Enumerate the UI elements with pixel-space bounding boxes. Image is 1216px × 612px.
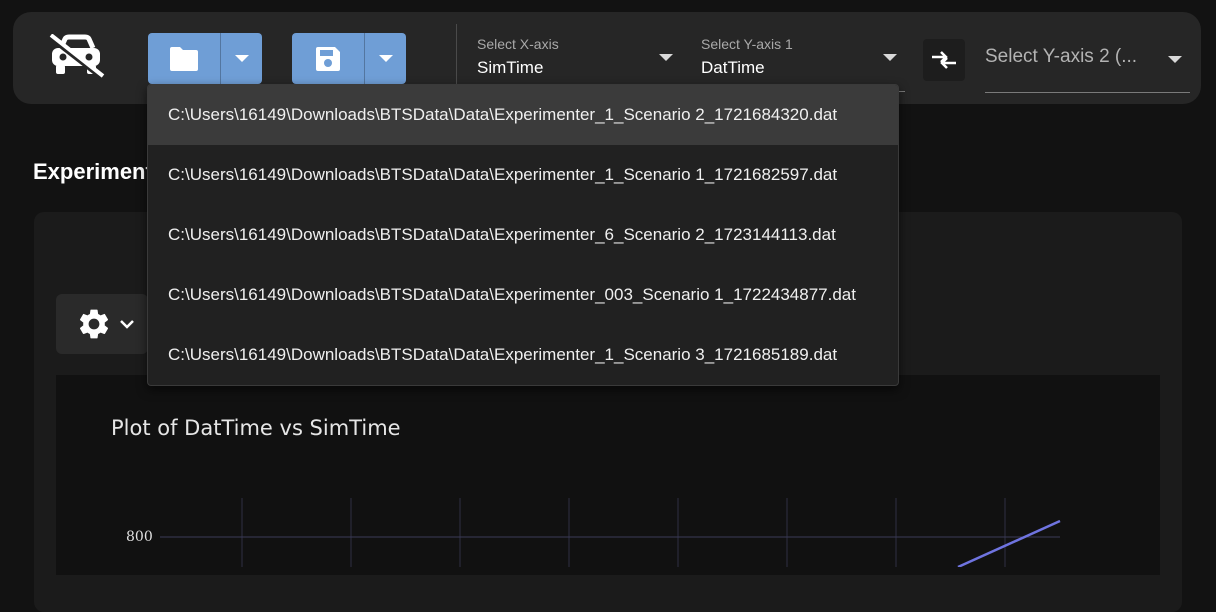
- x-axis-select-value: SimTime: [477, 58, 544, 77]
- y-axis-2-underline: [985, 92, 1190, 93]
- x-axis-select-label: Select X-axis: [477, 36, 559, 52]
- chevron-down-icon: [659, 54, 673, 61]
- recent-file-item[interactable]: C:\Users\16149\Downloads\BTSData\Data\Ex…: [148, 325, 898, 385]
- swap-axes-icon: [932, 51, 956, 69]
- y-axis-1-select-value: DatTime: [701, 58, 765, 77]
- folder-icon: [170, 46, 198, 71]
- toolbar-divider: [456, 24, 457, 91]
- floppy-disk-icon: [316, 46, 340, 71]
- chevron-down-icon: [234, 55, 249, 62]
- save-button-group: [292, 33, 406, 84]
- y-tick-label: 800: [126, 529, 153, 545]
- swap-axes-button[interactable]: [923, 39, 965, 81]
- x-axis-select[interactable]: Select X-axis SimTime: [477, 32, 677, 90]
- recent-file-item[interactable]: C:\Users\16149\Downloads\BTSData\Data\Ex…: [148, 85, 898, 145]
- recent-file-item[interactable]: C:\Users\16149\Downloads\BTSData\Data\Ex…: [148, 205, 898, 265]
- chevron-down-icon: [1168, 56, 1182, 63]
- chevron-down-icon: [883, 54, 897, 61]
- recent-file-item[interactable]: C:\Users\16149\Downloads\BTSData\Data\Ex…: [148, 265, 898, 325]
- open-file-button[interactable]: [148, 33, 221, 84]
- open-file-button-group: [148, 33, 262, 84]
- car-icon[interactable]: [47, 34, 105, 82]
- recent-files-menu: C:\Users\16149\Downloads\BTSData\Data\Ex…: [147, 84, 899, 386]
- y-axis-1-select-label: Select Y-axis 1: [701, 36, 793, 52]
- plot-area[interactable]: [56, 375, 1160, 575]
- y-axis-1-select[interactable]: Select Y-axis 1 DatTime: [701, 32, 901, 90]
- gear-icon: [79, 309, 109, 339]
- recent-files-dropdown-button[interactable]: [221, 33, 262, 84]
- plot-settings-button[interactable]: [56, 294, 148, 354]
- y-axis-2-select[interactable]: Select Y-axis 2 (...: [985, 46, 1137, 68]
- recent-file-item[interactable]: C:\Users\16149\Downloads\BTSData\Data\Ex…: [148, 145, 898, 205]
- chevron-down-icon: [120, 320, 134, 329]
- experiment-section-title: Experiment: [33, 159, 153, 184]
- save-button[interactable]: [292, 33, 365, 84]
- plot-title: Plot of DatTime vs SimTime: [111, 416, 401, 440]
- chevron-down-icon: [378, 55, 393, 62]
- save-options-dropdown-button[interactable]: [365, 33, 406, 84]
